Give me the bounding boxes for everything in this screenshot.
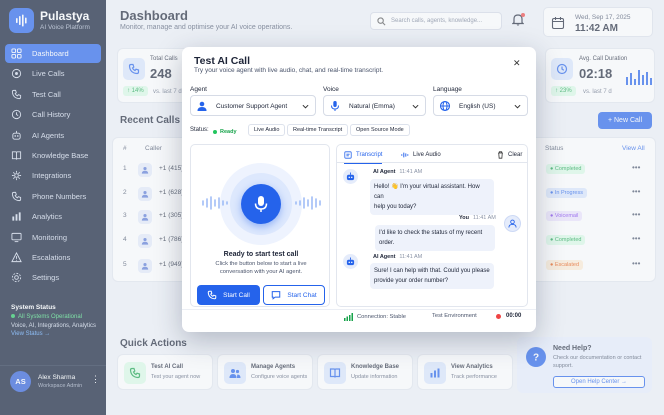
tab-divider [337, 162, 527, 163]
voice-label: Voice [323, 86, 339, 93]
signal-icon [344, 313, 353, 321]
bot-avatar-icon [343, 169, 358, 184]
chat-icon [272, 291, 281, 300]
chip-live-audio: Live Audio [248, 124, 286, 136]
transcript-icon [344, 151, 352, 159]
start-call-button[interactable]: Start Call [197, 285, 260, 305]
clear-button[interactable]: Clear [497, 151, 522, 159]
microphone-icon[interactable] [241, 184, 281, 224]
start-chat-button[interactable]: Start Chat [263, 285, 325, 305]
status-label: Status: [190, 127, 209, 133]
language-value: English (US) [459, 103, 496, 110]
phone-icon [207, 290, 217, 300]
modal-footer-divider [182, 309, 536, 310]
ready-title: Ready to start test call [223, 251, 299, 258]
call-timer: 00:00 [506, 313, 522, 319]
audio-wave-icon [401, 152, 409, 158]
message-bubble-ai: Sure! I can help with that. Could you pl… [370, 263, 494, 289]
voice-select[interactable]: Natural (Emma) [323, 95, 426, 116]
ready-text: Click the button below to start a live c… [215, 261, 307, 275]
transcript-panel: Transcript Live Audio Clear AI Agent 11:4… [336, 144, 528, 307]
tab-live-audio[interactable]: Live Audio [401, 151, 441, 159]
test-call-modal: Test AI Call Try your voice agent with l… [182, 47, 536, 332]
message-bubble-ai: Hello! 👋 I'm your virtual assistant. How… [370, 179, 494, 215]
language-label: Language [433, 86, 462, 93]
chip-realtime-transcript: Real-time Transcript [287, 124, 349, 136]
close-icon[interactable]: ✕ [513, 58, 521, 69]
chevron-down-icon [412, 104, 419, 109]
microphone-icon [331, 101, 339, 111]
ready-dot-icon [213, 129, 217, 134]
status-ready-badge: Ready [213, 127, 237, 139]
language-select[interactable]: English (US) [433, 95, 528, 116]
record-dot-icon [496, 314, 501, 319]
message-bubble-user: I'd like to check the status of my recen… [375, 225, 495, 251]
connection-status: Connection: Stable [344, 313, 406, 321]
trash-icon [498, 151, 503, 159]
agent-select[interactable]: Customer Support Agent [190, 95, 316, 116]
message-sender: AI Agent 11:41 AM [373, 169, 423, 175]
soundwave-right-icon [295, 196, 321, 210]
modal-subtitle: Try your voice agent with live audio, ch… [194, 67, 384, 74]
agent-value: Customer Support Agent [216, 103, 288, 110]
message-sender: You 11:41 AM [459, 215, 496, 221]
chip-open-source-mode: Open Source Mode [350, 124, 410, 136]
modal-title: Test AI Call [194, 55, 251, 67]
call-start-panel: Ready to start test call Click the butto… [190, 144, 330, 307]
message-sender: AI Agent 11:41 AM [373, 254, 423, 260]
chevron-down-icon [302, 104, 309, 109]
globe-icon [439, 100, 451, 112]
voice-value: Natural (Emma) [349, 103, 395, 110]
chevron-down-icon [514, 104, 521, 109]
environment-label: Test Environment [432, 313, 477, 319]
bot-avatar-icon [343, 254, 358, 269]
user-avatar-icon [504, 215, 521, 232]
agent-icon [197, 101, 207, 111]
soundwave-left-icon [202, 196, 228, 210]
agent-label: Agent [190, 86, 207, 93]
